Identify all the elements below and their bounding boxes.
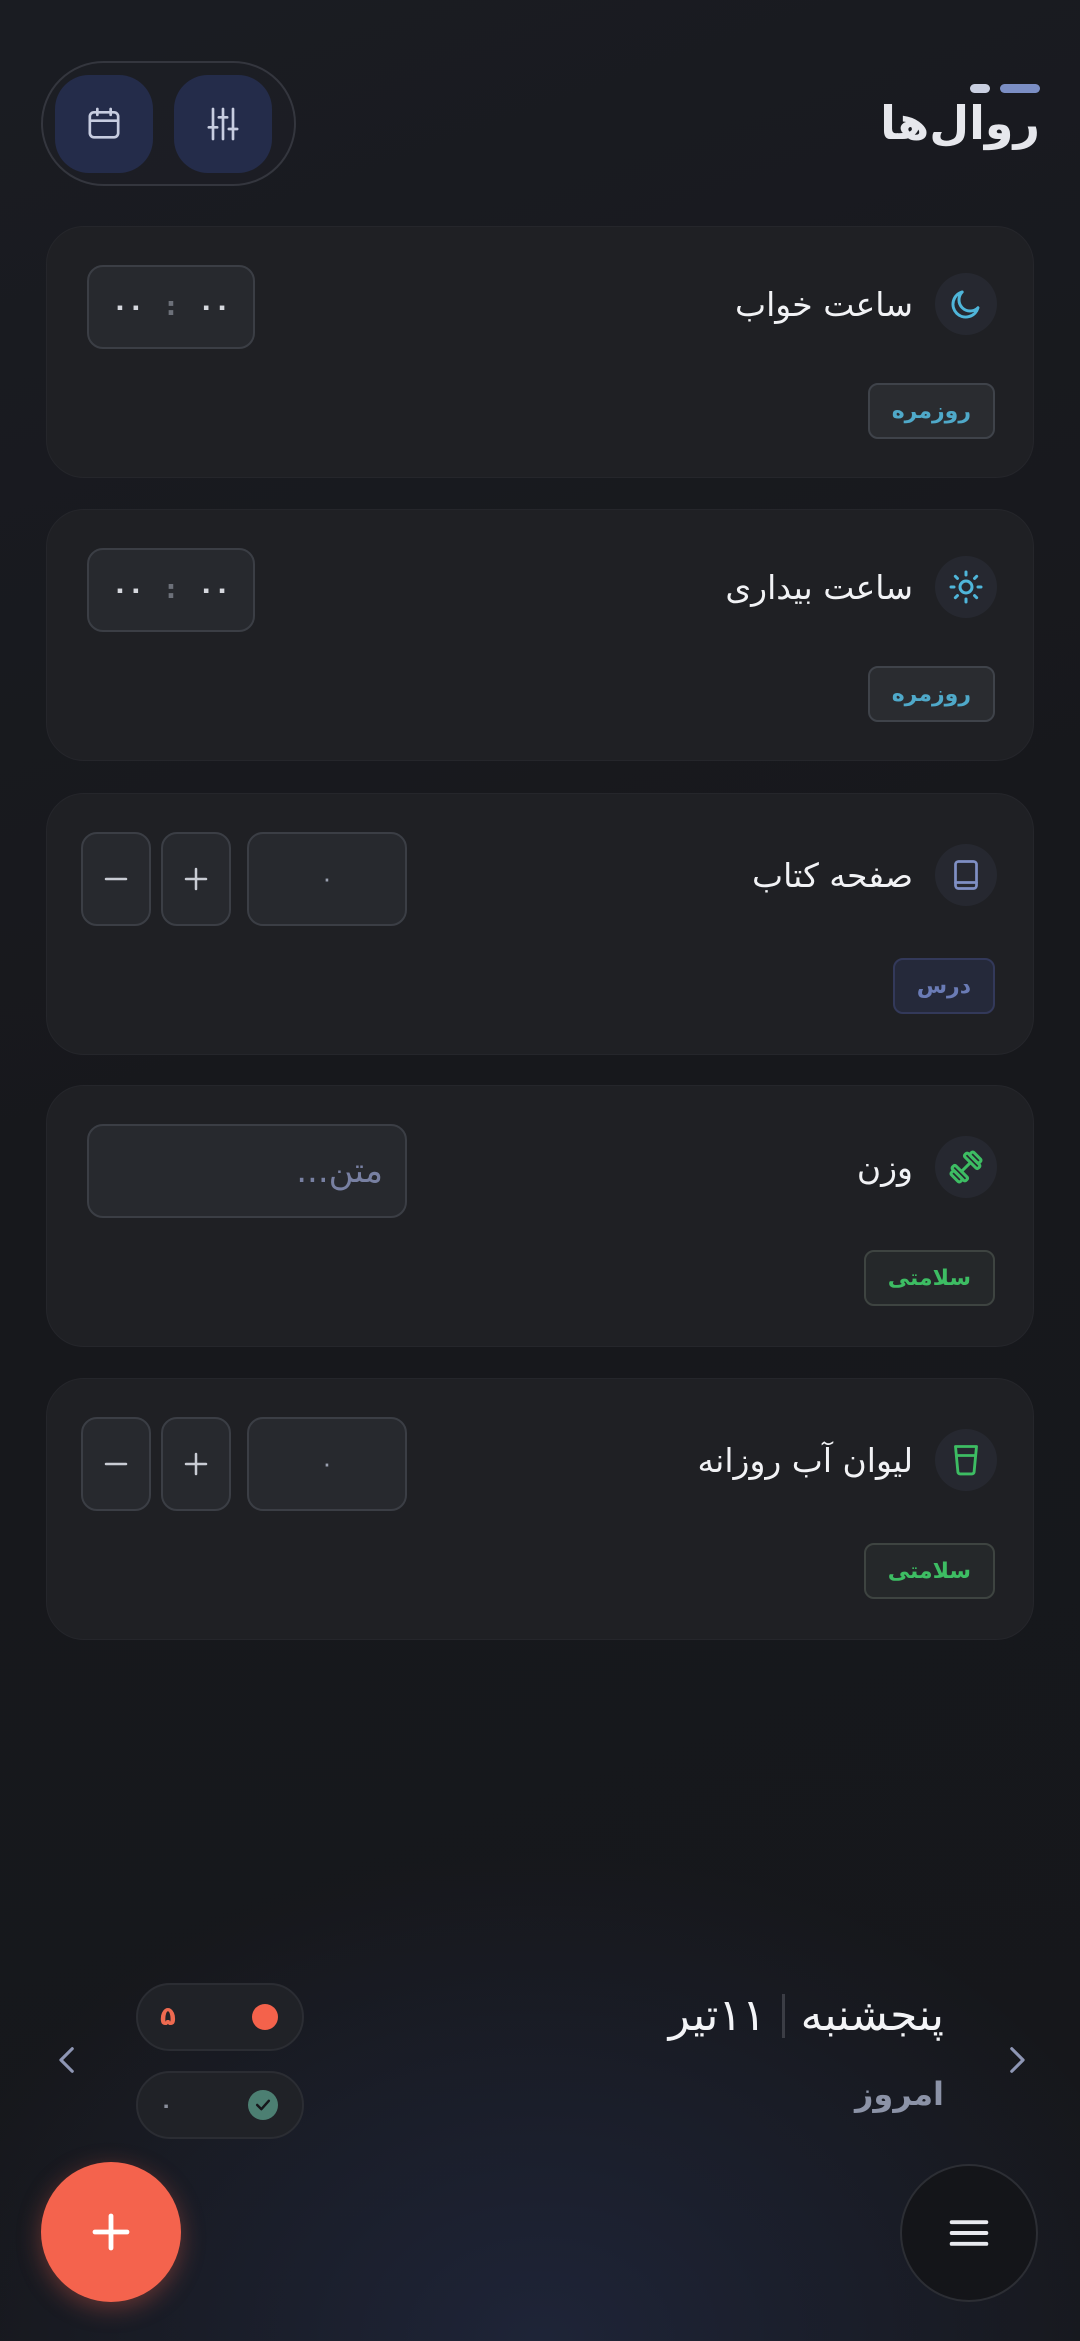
filter-button[interactable] [174,75,272,173]
dumbbell-icon [949,1150,983,1184]
moon-icon [951,290,980,319]
routine-card-book: صفحه کتاب ۰ درس [46,793,1034,1055]
card-title-row: وزن [857,1136,997,1198]
card-icon-wrap [935,844,997,906]
increment-button[interactable] [161,832,231,926]
sun-icon [949,570,983,604]
decrement-button[interactable] [81,832,151,926]
card-icon-wrap [935,273,997,335]
decrement-button[interactable] [81,1417,151,1511]
relative-day-label: امروز [855,2075,944,2113]
time-separator: : [165,575,177,605]
current-date[interactable]: پنجشنبه ۱۱تیر [669,1990,944,2041]
previous-day-button[interactable] [38,2030,98,2090]
card-icon-wrap [935,1429,997,1491]
weekday-label: پنجشنبه [800,1990,944,2041]
date-divider [781,1993,785,2038]
day-month-label: ۱۱تیر [668,1990,766,2041]
card-title-row: صفحه کتاب [752,844,997,906]
page-title: روال‌ها [880,96,1040,150]
card-title: صفحه کتاب [752,855,913,895]
header-actions [41,61,296,186]
card-title-row: ساعت بیداری [725,556,997,618]
chevron-left-icon [59,2047,74,2073]
time-hours: ۰۰ [198,292,230,322]
category-tag[interactable]: سلامتی [863,1250,995,1306]
glass-icon [954,1445,978,1476]
routine-card-weight: وزن سلامتی [46,1085,1034,1347]
card-title-row: ساعت خواب [735,273,997,335]
calendar-button[interactable] [55,75,153,173]
time-picker[interactable]: ۰۰ : ۰۰ [87,265,255,349]
book-icon [954,860,978,890]
weight-input[interactable] [87,1124,407,1218]
minus-icon [104,877,128,881]
card-title-row: لیوان آب روزانه [697,1429,997,1491]
category-tag[interactable]: درس [892,958,995,1014]
card-icon-wrap [935,1136,997,1198]
time-picker[interactable]: ۰۰ : ۰۰ [87,548,255,632]
time-minutes: ۰۰ [112,575,144,605]
category-tag[interactable]: سلامتی [863,1543,995,1599]
plus-icon [184,1452,208,1476]
increment-button[interactable] [161,1417,231,1511]
routine-card-wake: ساعت بیداری ۰۰ : ۰۰ روزمره [46,509,1034,761]
calendar-icon [88,107,120,139]
missed-count-pill[interactable]: ۵ [136,1983,304,2051]
card-icon-wrap [935,556,997,618]
add-routine-button[interactable] [41,2162,181,2302]
card-title: لیوان آب روزانه [697,1440,913,1480]
chevron-right-icon [1010,2047,1025,2073]
minus-icon [104,1462,128,1466]
hamburger-menu-icon [949,2220,989,2246]
card-title: ساعت خواب [735,284,913,324]
card-title: ساعت بیداری [725,567,913,607]
category-tag[interactable]: روزمره [867,666,995,722]
done-count: ۰ [160,2093,173,2117]
done-count-pill[interactable]: ۰ [136,2071,304,2139]
counter-value[interactable]: ۰ [247,1417,407,1511]
time-minutes: ۰۰ [112,292,144,322]
counter-value[interactable]: ۰ [247,832,407,926]
card-title: وزن [856,1147,913,1187]
category-tag[interactable]: روزمره [867,383,995,439]
next-day-button[interactable] [986,2030,1046,2090]
time-separator: : [165,292,177,322]
routine-card-water: لیوان آب روزانه ۰ سلامتی [46,1378,1034,1640]
plus-icon [92,2213,130,2251]
missed-dot-icon [252,2004,278,2030]
sliders-icon [207,107,239,141]
menu-button[interactable] [900,2164,1038,2302]
check-icon [248,2090,278,2120]
routine-card-sleep: ساعت خواب ۰۰ : ۰۰ روزمره [46,226,1034,478]
plus-icon [184,867,208,891]
title-accent [960,84,1040,94]
missed-count: ۵ [160,2002,176,2032]
time-hours: ۰۰ [198,575,230,605]
